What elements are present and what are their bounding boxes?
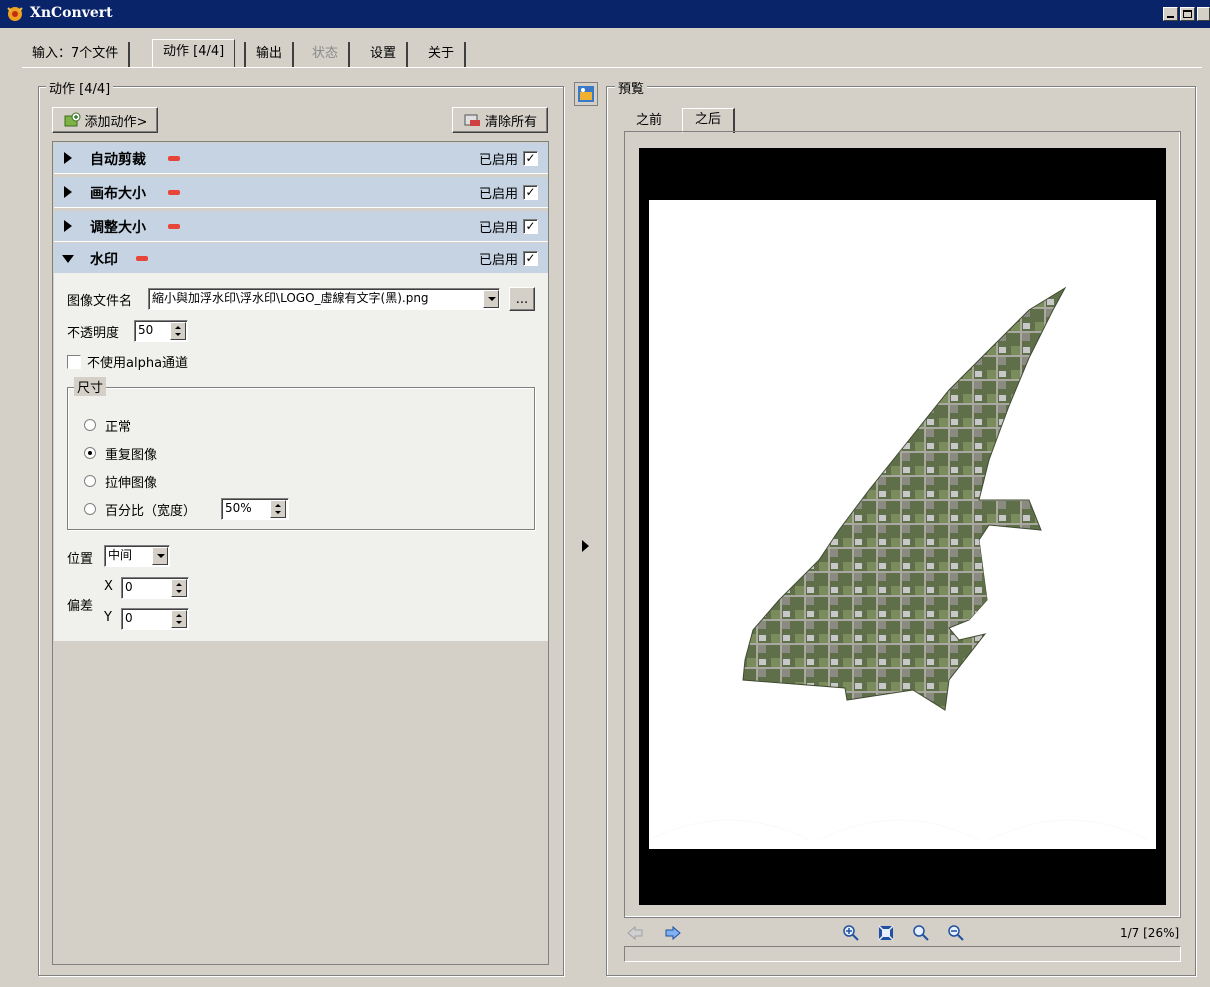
image-file-select[interactable]: 縮小與加浮水印\浮水印\LOGO_虛線有文字(黑).png bbox=[148, 288, 500, 310]
preview-image-icon bbox=[578, 86, 594, 102]
size-normal-label: 正常 bbox=[105, 420, 132, 435]
action-name: 自动剪裁 bbox=[90, 152, 146, 168]
zoom-in-icon[interactable] bbox=[842, 924, 860, 942]
tab-divider bbox=[22, 67, 1202, 68]
enabled-label: 已启用 bbox=[478, 253, 518, 268]
action-name: 画布大小 bbox=[90, 186, 146, 202]
tab-after[interactable]: 之后 bbox=[682, 108, 736, 133]
clear-all-button[interactable]: 清除所有 bbox=[452, 107, 548, 133]
opacity-label: 不透明度 bbox=[67, 326, 120, 341]
remove-action-icon[interactable] bbox=[136, 256, 148, 261]
no-alpha-checkbox[interactable] bbox=[67, 355, 81, 369]
previous-arrow-icon[interactable] bbox=[626, 924, 644, 942]
no-alpha-label: 不使用alpha通道 bbox=[87, 356, 189, 371]
action-list: 自动剪裁 已启用 ✓ 画布大小 已启用 ✓ 调整大小 已启用 ✓ 水印 已启用 … bbox=[52, 141, 549, 965]
preview-tabs: 之前 之后 bbox=[624, 108, 744, 133]
action-name: 调整大小 bbox=[90, 220, 146, 236]
remove-action-icon[interactable] bbox=[168, 156, 180, 161]
title-bar bbox=[0, 0, 1210, 28]
enabled-label: 已启用 bbox=[478, 221, 518, 236]
offset-x-label: X bbox=[104, 579, 113, 594]
image-file-label: 图像文件名 bbox=[67, 294, 133, 309]
zoom-actual-icon[interactable] bbox=[912, 924, 930, 942]
add-action-icon bbox=[64, 112, 81, 127]
action-row-watermark[interactable]: 水印 已启用 ✓ bbox=[54, 243, 548, 274]
progress-bar bbox=[624, 946, 1181, 962]
size-stretch-radio[interactable] bbox=[84, 475, 96, 487]
collapse-triangle-icon[interactable] bbox=[62, 255, 74, 263]
size-percent-label: 百分比（宽度） bbox=[105, 504, 197, 519]
action-row-resize[interactable]: 调整大小 已启用 ✓ bbox=[54, 211, 548, 242]
next-arrow-icon[interactable] bbox=[664, 924, 682, 942]
action-name: 水印 bbox=[90, 252, 118, 268]
enabled-checkbox[interactable]: ✓ bbox=[523, 185, 538, 200]
clear-all-label: 清除所有 bbox=[484, 114, 537, 130]
add-action-label: 添加动作> bbox=[84, 114, 148, 130]
remove-action-icon[interactable] bbox=[168, 190, 180, 195]
tab-status: 状态 bbox=[302, 42, 351, 67]
tab-before[interactable]: 之前 bbox=[624, 110, 674, 132]
size-group-title: 尺寸 bbox=[74, 377, 107, 396]
expand-triangle-icon[interactable] bbox=[64, 186, 72, 198]
actions-group-title: 动作 [4/4] bbox=[46, 78, 114, 97]
size-percent-radio[interactable] bbox=[84, 503, 96, 515]
opacity-spinner[interactable] bbox=[170, 322, 186, 340]
browse-button[interactable]: ... bbox=[509, 287, 535, 311]
remove-action-icon[interactable] bbox=[168, 224, 180, 229]
action-row-autocrop[interactable]: 自动剪裁 已启用 ✓ bbox=[54, 143, 548, 174]
maximize-button[interactable] bbox=[1180, 7, 1195, 21]
tab-input[interactable]: 输入：7个文件 bbox=[22, 42, 131, 67]
offset-y-spinner[interactable] bbox=[171, 610, 187, 628]
fit-window-icon[interactable] bbox=[877, 924, 895, 942]
app-icon bbox=[7, 7, 23, 21]
page-indicator: 1/7 [26%] bbox=[1120, 926, 1180, 940]
position-dropdown-icon[interactable] bbox=[152, 547, 168, 565]
preview-image bbox=[649, 200, 1156, 849]
tab-output[interactable]: 输出 bbox=[244, 42, 295, 67]
enabled-checkbox[interactable]: ✓ bbox=[523, 219, 538, 234]
size-stretch-label: 拉伸图像 bbox=[105, 476, 158, 491]
tab-settings[interactable]: 设置 bbox=[360, 42, 409, 67]
window-title: XnConvert bbox=[30, 5, 113, 21]
size-normal-radio[interactable] bbox=[84, 419, 96, 431]
expand-triangle-icon[interactable] bbox=[64, 152, 72, 164]
enabled-label: 已启用 bbox=[478, 187, 518, 202]
enabled-label: 已启用 bbox=[478, 153, 518, 168]
watermark-settings: 图像文件名 縮小與加浮水印\浮水印\LOGO_虛線有文字(黑).png ... … bbox=[54, 273, 548, 641]
add-action-button[interactable]: 添加动作> bbox=[52, 107, 158, 133]
aerial-map-image bbox=[649, 286, 1150, 841]
enabled-checkbox[interactable]: ✓ bbox=[523, 251, 538, 266]
position-label: 位置 bbox=[67, 552, 94, 567]
size-repeat-label: 重复图像 bbox=[105, 448, 158, 463]
tab-about[interactable]: 关于 bbox=[418, 42, 467, 67]
preview-group-title: 預覧 bbox=[615, 78, 648, 97]
offset-x-spinner[interactable] bbox=[171, 579, 187, 597]
collapse-panel-arrow-icon[interactable] bbox=[582, 540, 589, 552]
offset-y-label: Y bbox=[104, 610, 112, 625]
preview-toggle-button[interactable] bbox=[574, 82, 598, 106]
offset-label: 偏差 bbox=[67, 599, 94, 614]
expand-triangle-icon[interactable] bbox=[64, 220, 72, 232]
enabled-checkbox[interactable]: ✓ bbox=[523, 151, 538, 166]
percent-spinner[interactable] bbox=[270, 500, 286, 518]
action-row-canvas-size[interactable]: 画布大小 已启用 ✓ bbox=[54, 177, 548, 208]
size-repeat-radio[interactable] bbox=[84, 447, 96, 459]
zoom-out-icon[interactable] bbox=[947, 924, 965, 942]
image-file-dropdown-icon[interactable] bbox=[483, 290, 499, 308]
clear-all-icon bbox=[464, 114, 480, 126]
tab-actions[interactable]: 动作 [4/4] bbox=[152, 39, 236, 68]
close-button[interactable] bbox=[1197, 7, 1210, 21]
minimize-button[interactable] bbox=[1163, 7, 1178, 21]
